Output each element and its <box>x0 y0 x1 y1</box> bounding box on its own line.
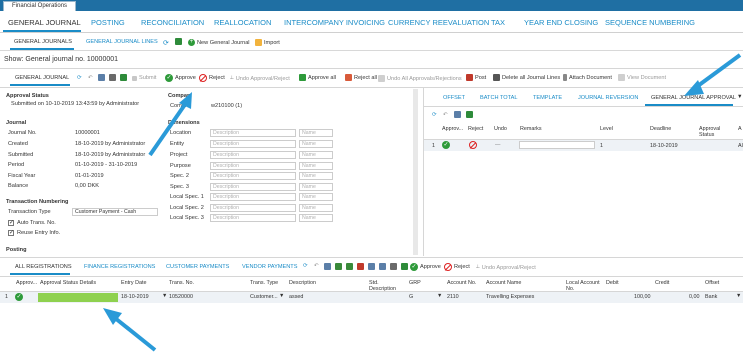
arrow-status-bar <box>103 308 157 352</box>
arrow-approval-tab <box>684 53 742 96</box>
annotation-arrows <box>103 53 742 352</box>
arrow-approve-icon <box>148 92 192 157</box>
